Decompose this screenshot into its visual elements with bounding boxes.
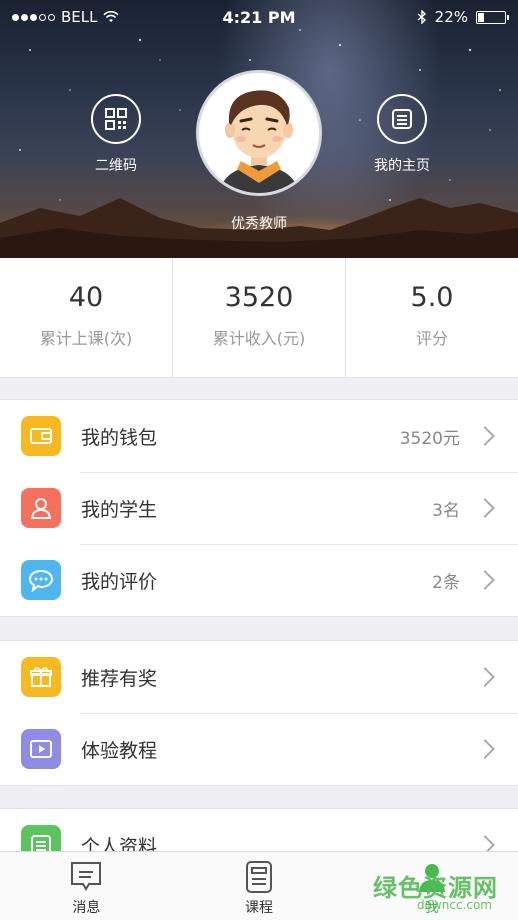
menu-item-label: 我的钱包	[81, 426, 158, 449]
status-time: 4:21 PM	[222, 7, 296, 27]
stat-classes[interactable]: 40 累计上课(次)	[0, 258, 173, 377]
stat-value: 5.0	[410, 282, 454, 313]
signal-strength-icon	[12, 13, 55, 21]
qr-code-icon	[105, 108, 127, 130]
battery-icon	[476, 10, 509, 24]
avatar[interactable]	[196, 70, 322, 196]
student-count: 3名	[432, 500, 460, 521]
tab-label: 课程	[245, 900, 273, 916]
play-icon	[21, 729, 61, 769]
stat-value: 3520	[224, 282, 294, 313]
my-homepage-label[interactable]: 我的主页	[357, 155, 447, 175]
menu-item-label: 推荐有奖	[81, 667, 158, 690]
review-count: 2条	[432, 572, 460, 593]
status-bar: BELL 4:21 PM 22%	[0, 0, 518, 34]
gift-icon	[21, 657, 61, 697]
menu-item-label: 我的学生	[81, 498, 158, 521]
chevron-right-icon	[475, 570, 495, 590]
menu-item-tutorial[interactable]: 体验教程	[0, 713, 518, 785]
wallet-icon	[21, 416, 61, 456]
qr-code-button[interactable]	[91, 94, 141, 144]
chat-icon	[21, 560, 61, 600]
chevron-right-icon	[475, 667, 495, 687]
menu-item-wallet[interactable]: 我的钱包 3520元	[0, 400, 518, 472]
menu-item-reviews[interactable]: 我的评价 2条	[0, 544, 518, 616]
stat-rating[interactable]: 5.0 评分	[346, 258, 518, 377]
menu-item-referral[interactable]: 推荐有奖	[0, 641, 518, 713]
course-icon	[246, 861, 272, 893]
stats-panel: 40 累计上课(次) 3520 累计收入(元) 5.0 评分	[0, 258, 518, 378]
watermark-url: downcc.com	[416, 898, 492, 912]
teacher-name: 优秀教师	[231, 216, 287, 232]
stat-label: 评分	[415, 329, 448, 348]
menu-item-students[interactable]: 我的学生 3名	[0, 472, 518, 544]
carrier-name: BELL	[61, 8, 98, 26]
tab-label: 消息	[72, 900, 101, 916]
wifi-icon	[103, 11, 120, 22]
tab-messages[interactable]: 消息	[0, 852, 173, 920]
wallet-balance: 3520元	[399, 428, 460, 449]
person-icon	[21, 488, 61, 528]
chevron-right-icon	[475, 739, 495, 759]
document-icon	[392, 109, 412, 129]
menu-group-extras: 推荐有奖 体验教程	[0, 640, 518, 786]
message-icon	[71, 862, 102, 891]
stat-label: 累计上课(次)	[39, 329, 133, 348]
menu-item-label: 体验教程	[81, 739, 158, 762]
menu-group-account: 我的钱包 3520元 我的学生 3名 我的评价 2条	[0, 399, 518, 617]
battery-percent: 22%	[434, 8, 468, 26]
stat-income[interactable]: 3520 累计收入(元)	[173, 258, 346, 377]
stat-value: 40	[68, 282, 104, 313]
menu-item-label: 我的评价	[81, 570, 158, 593]
chevron-right-icon	[475, 498, 495, 518]
teacher-avatar-illustration	[199, 73, 319, 193]
my-homepage-button[interactable]	[377, 94, 427, 144]
profile-header: BELL 4:21 PM 22% 二维码 我的主页 优秀教师	[0, 0, 518, 258]
bluetooth-icon	[417, 10, 426, 24]
tab-courses[interactable]: 课程	[173, 852, 346, 920]
stat-label: 累计收入(元)	[212, 329, 306, 348]
qr-code-label[interactable]: 二维码	[76, 155, 156, 175]
chevron-right-icon	[475, 426, 495, 446]
